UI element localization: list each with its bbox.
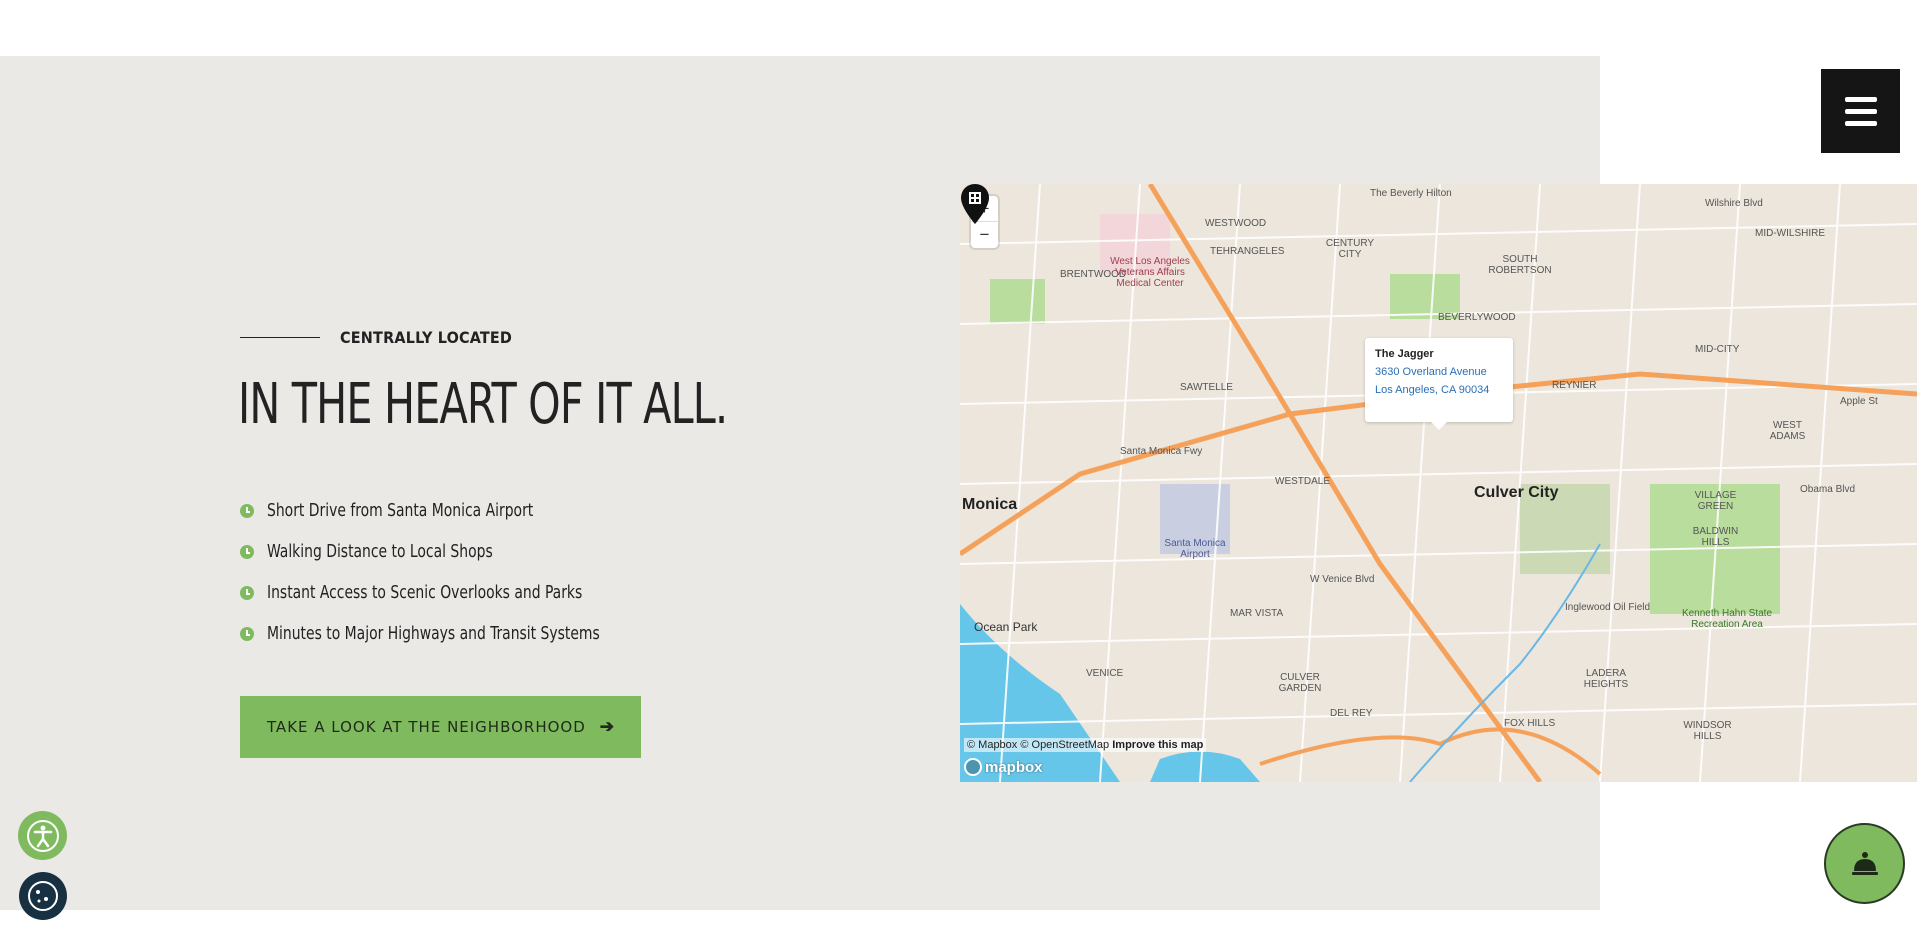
- map-label: CENTURY CITY: [1325, 238, 1375, 260]
- feature-item: Short Drive from Santa Monica Airport: [240, 490, 654, 531]
- eyebrow: CENTRALLY LOCATED: [240, 328, 512, 347]
- map-label: Santa Monica Fwy: [1120, 446, 1203, 457]
- neighborhood-map[interactable]: The Beverly Hilton Wilshire Blvd WESTWOO…: [960, 184, 1917, 782]
- map-label: Inglewood Oil Field: [1565, 602, 1651, 613]
- accessibility-button[interactable]: [18, 811, 67, 860]
- attribution-text[interactable]: © Mapbox © OpenStreetMap: [967, 739, 1109, 751]
- mapbox-logo-text: mapbox: [985, 758, 1043, 776]
- map-attribution: © Mapbox © OpenStreetMap Improve this ma…: [964, 738, 1207, 752]
- feature-item: Instant Access to Scenic Overlooks and P…: [240, 572, 654, 613]
- map-label: LADERA HEIGHTS: [1583, 668, 1629, 690]
- map-label: Obama Blvd: [1800, 484, 1856, 495]
- clock-icon: [240, 626, 254, 641]
- map-label: Santa Monica Airport: [1164, 538, 1226, 560]
- feature-item: Walking Distance to Local Shops: [240, 531, 654, 572]
- clock-icon: [240, 544, 254, 559]
- clock-icon: [240, 503, 254, 518]
- map-label: WINDSOR HILLS: [1683, 720, 1732, 742]
- map-label: MID-CITY: [1695, 344, 1740, 355]
- map-label: The Beverly Hilton: [1370, 188, 1452, 199]
- feature-list: Short Drive from Santa Monica Airport Wa…: [240, 490, 654, 654]
- map-label: SOUTH ROBERTSON: [1488, 254, 1552, 276]
- map-city-label: Monica: [962, 496, 1018, 513]
- section-heading: IN THE HEART OF IT ALL.: [238, 372, 728, 437]
- map-label: VENICE: [1086, 668, 1124, 679]
- map-pin-icon[interactable]: [960, 184, 990, 224]
- map-label: WEST ADAMS: [1769, 420, 1806, 442]
- neighborhood-button[interactable]: TAKE A LOOK AT THE NEIGHBORHOOD ➔: [240, 696, 641, 758]
- improve-map-link[interactable]: Improve this map: [1112, 739, 1203, 751]
- popup-address-line2[interactable]: Los Angeles, CA 90034: [1375, 384, 1503, 396]
- accessibility-icon: [26, 819, 59, 852]
- eyebrow-rule: [240, 337, 320, 338]
- map-label: West Los Angeles Veterans Affairs Medica…: [1110, 256, 1190, 289]
- park: [990, 279, 1045, 324]
- map-label: MID-WILSHIRE: [1755, 228, 1825, 239]
- map-label: MAR VISTA: [1230, 608, 1284, 619]
- map-label: Kenneth Hahn State Recreation Area: [1681, 608, 1773, 630]
- map-label: Wilshire Blvd: [1705, 198, 1763, 209]
- popup-address-line1[interactable]: 3630 Overland Avenue: [1375, 366, 1503, 378]
- map-label: WESTDALE: [1275, 476, 1331, 487]
- feature-text: Walking Distance to Local Shops: [267, 541, 493, 562]
- map-label: TEHRANGELES: [1210, 246, 1285, 257]
- map-label: FOX HILLS: [1504, 718, 1556, 729]
- map-label: CULVER GARDEN: [1278, 672, 1322, 694]
- eyebrow-text: CENTRALLY LOCATED: [340, 328, 513, 347]
- map-label: SAWTELLE: [1180, 382, 1233, 393]
- map-label: Apple St: [1840, 396, 1878, 407]
- mapbox-logo[interactable]: mapbox: [964, 758, 1043, 776]
- mapbox-logo-icon: [964, 758, 982, 776]
- feature-text: Minutes to Major Highways and Transit Sy…: [267, 623, 600, 644]
- feature-text: Short Drive from Santa Monica Airport: [267, 500, 534, 521]
- map-label: DEL REY: [1330, 708, 1373, 719]
- map-popup: The Jagger 3630 Overland Avenue Los Ange…: [1365, 338, 1513, 430]
- feature-item: Minutes to Major Highways and Transit Sy…: [240, 613, 654, 654]
- map-city-label: Culver City: [1474, 484, 1559, 501]
- concierge-button[interactable]: [1824, 823, 1905, 904]
- neighborhood-button-label: TAKE A LOOK AT THE NEIGHBORHOOD: [266, 718, 586, 736]
- map-label: W Venice Blvd: [1310, 574, 1375, 585]
- hamburger-icon: [1844, 96, 1877, 102]
- zoom-out-button[interactable]: −: [971, 222, 998, 248]
- map-label: Ocean Park: [974, 620, 1038, 634]
- map-label: BEVERLYWOOD: [1438, 312, 1516, 323]
- cookie-icon: [28, 881, 58, 911]
- map-label: VILLAGE GREEN: [1694, 490, 1737, 512]
- arrow-right-icon: ➔: [599, 717, 615, 736]
- map-label: REYNIER: [1552, 380, 1597, 391]
- popup-title: The Jagger: [1375, 348, 1434, 360]
- concierge-bell-icon: [1851, 851, 1878, 875]
- map-label: BALDWIN HILLS: [1692, 526, 1739, 548]
- feature-text: Instant Access to Scenic Overlooks and P…: [267, 582, 583, 603]
- map-label: WESTWOOD: [1205, 218, 1267, 229]
- hamburger-icon-line: [1844, 120, 1877, 126]
- clock-icon: [240, 585, 254, 600]
- menu-button[interactable]: [1821, 69, 1900, 153]
- cookie-settings-button[interactable]: [19, 872, 67, 920]
- hamburger-icon-line: [1844, 108, 1877, 114]
